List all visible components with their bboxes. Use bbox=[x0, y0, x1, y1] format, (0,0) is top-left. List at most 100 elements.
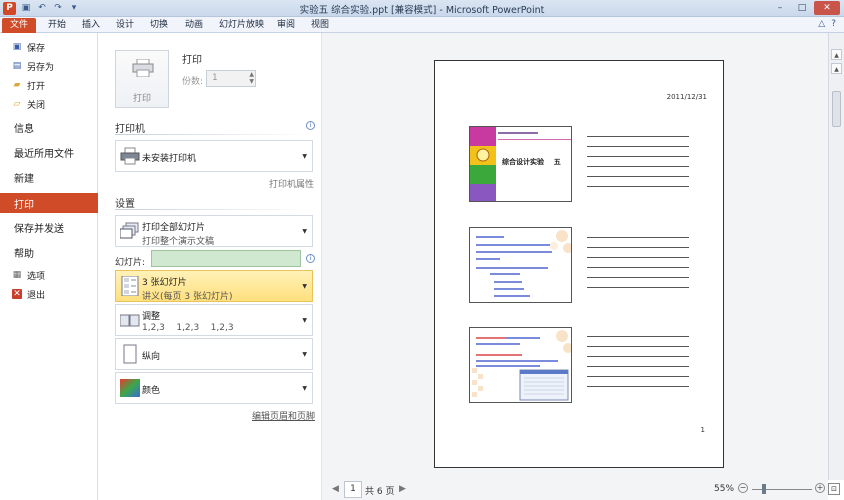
tab-insert[interactable]: 插入 bbox=[82, 18, 100, 33]
slide-1-title: 综合设计实验 五 bbox=[502, 158, 561, 166]
slide-thumbnail-2 bbox=[469, 227, 572, 303]
printer-name: 未安装打印机 bbox=[142, 154, 197, 164]
notes-lines-3 bbox=[587, 336, 689, 396]
folder-close-icon: ▱ bbox=[13, 99, 21, 109]
orientation-value: 纵向 bbox=[142, 352, 161, 362]
scroll-up-button-2[interactable]: ▲ bbox=[831, 63, 842, 74]
layout-subtitle: 讲义(每页 3 张幻灯片) bbox=[142, 292, 233, 302]
printer-icon bbox=[132, 59, 154, 77]
notes-lines-2 bbox=[587, 237, 689, 297]
zoom-to-page-icon[interactable]: ⊡ bbox=[828, 483, 840, 495]
maximize-button[interactable]: □ bbox=[792, 1, 812, 15]
collate-dropdown[interactable]: 调整 1,2,3 1,2,3 1,2,3 ▼ bbox=[115, 304, 313, 336]
collate-subtitle: 1,2,3 1,2,3 1,2,3 bbox=[142, 323, 234, 333]
color-value: 颜色 bbox=[142, 386, 161, 396]
nav-print[interactable]: 打印 bbox=[0, 193, 104, 213]
zoom-out-button[interactable]: − bbox=[738, 483, 748, 493]
slide-thumbnail-1: 综合设计实验 五 bbox=[469, 126, 572, 202]
nav-save-as[interactable]: ▤ 另存为 bbox=[0, 57, 98, 75]
ribbon-tabs: 文件 开始 插入 设计 切换 动画 幻灯片放映 审阅 视图 △ ? bbox=[0, 17, 844, 33]
window-title: 实验五 综合实验.ppt [兼容模式] - Microsoft PowerPoi… bbox=[299, 5, 545, 16]
zoom-in-button[interactable]: + bbox=[815, 483, 825, 493]
layout-dropdown[interactable]: 3 张幻灯片 讲义(每页 3 张幻灯片) ▼ bbox=[115, 270, 313, 302]
slide-2-image bbox=[476, 230, 571, 297]
portrait-icon bbox=[123, 344, 137, 364]
save-icon: ▣ bbox=[12, 42, 22, 52]
nav-options[interactable]: ▦ 选项 bbox=[0, 266, 98, 284]
print-range-title: 打印全部幻灯片 bbox=[142, 223, 206, 233]
printer-dropdown[interactable]: 未安装打印机 ▼ bbox=[115, 140, 313, 172]
chevron-down-icon: ▼ bbox=[302, 385, 307, 392]
slides-input[interactable] bbox=[151, 250, 301, 267]
printer-info-icon[interactable]: i bbox=[306, 121, 315, 130]
current-page-input[interactable]: 1 bbox=[344, 481, 362, 498]
nav-recent[interactable]: 最近所用文件 bbox=[0, 143, 98, 161]
tab-design[interactable]: 设计 bbox=[116, 18, 134, 33]
total-pages: 共 6 页 bbox=[365, 487, 395, 497]
printer-properties-link[interactable]: 打印机属性 bbox=[269, 177, 314, 190]
nav-open[interactable]: ▰ 打开 bbox=[0, 76, 98, 94]
printer-icon bbox=[120, 147, 140, 165]
edit-header-footer-link[interactable]: 编辑页眉和页脚 bbox=[252, 409, 315, 422]
chevron-down-icon: ▼ bbox=[302, 283, 307, 290]
chevron-down-icon: ▼ bbox=[302, 351, 307, 358]
tab-view[interactable]: 视图 bbox=[311, 18, 329, 33]
scroll-up-button[interactable]: ▲ bbox=[831, 49, 842, 60]
notes-lines-1 bbox=[587, 136, 689, 196]
nav-info[interactable]: 信息 bbox=[0, 118, 98, 136]
settings-heading: 设置 bbox=[115, 199, 135, 210]
layout-title: 3 张幻灯片 bbox=[142, 278, 187, 288]
handout-icon bbox=[121, 276, 139, 296]
scrollbar-thumb[interactable] bbox=[832, 91, 841, 127]
chevron-down-icon: ▼ bbox=[302, 317, 307, 324]
tab-review[interactable]: 审阅 bbox=[277, 18, 295, 33]
printer-heading: 打印机 bbox=[115, 124, 145, 135]
nav-help[interactable]: 帮助 bbox=[0, 243, 98, 261]
tab-slideshow[interactable]: 幻灯片放映 bbox=[219, 18, 264, 33]
tab-file[interactable]: 文件 bbox=[2, 18, 36, 33]
print-range-dropdown[interactable]: 打印全部幻灯片 打印整个演示文稿 ▼ bbox=[115, 215, 313, 247]
next-page-button[interactable]: ▶ bbox=[399, 484, 406, 494]
slides-stack-icon bbox=[120, 222, 139, 239]
nav-exit[interactable]: ✕ 退出 bbox=[0, 285, 98, 303]
title-bar: P ▣ ↶ ↷ ▾ 实验五 综合实验.ppt [兼容模式] - Microsof… bbox=[0, 0, 844, 17]
minimize-button[interactable]: – bbox=[770, 1, 790, 15]
print-button-label: 打印 bbox=[132, 94, 151, 104]
tab-home[interactable]: 开始 bbox=[48, 18, 66, 33]
zoom-slider-handle[interactable] bbox=[762, 484, 766, 494]
handout-date: 2011/12/31 bbox=[666, 93, 707, 101]
preview-scrollbar[interactable]: ▲ ▲ bbox=[828, 33, 844, 480]
nav-save-send[interactable]: 保存并发送 bbox=[0, 218, 98, 236]
printer-divider bbox=[115, 134, 313, 135]
exit-icon: ✕ bbox=[12, 289, 22, 299]
slide-3-image bbox=[472, 330, 571, 401]
zoom-slider[interactable] bbox=[752, 489, 812, 490]
color-dropdown[interactable]: 颜色 ▼ bbox=[115, 372, 313, 404]
print-button[interactable]: 打印 bbox=[115, 50, 169, 108]
print-preview: 2011/12/31 综合设计实验 五 1 bbox=[322, 33, 828, 480]
backstage-nav: ▣ 保存 ▤ 另存为 ▰ 打开 ▱ 关闭 信息 最近所用文件 新建 打印 保存并… bbox=[0, 33, 104, 500]
slides-label: 幻灯片: bbox=[115, 258, 146, 268]
copies-stepper[interactable]: ▲ ▼ bbox=[249, 71, 254, 85]
minimize-ribbon-icon[interactable]: △ bbox=[818, 19, 825, 29]
help-icon[interactable]: ? bbox=[831, 19, 836, 29]
settings-divider bbox=[115, 209, 313, 210]
print-settings-panel: 打印 打印 份数: 1 ▲ ▼ 打印机 i 未安装打印机 ▼ 打印机属性 设置 打… bbox=[98, 33, 322, 500]
copies-label: 份数: bbox=[182, 77, 204, 87]
handout-page-number: 1 bbox=[700, 426, 705, 434]
tab-animations[interactable]: 动画 bbox=[185, 18, 203, 33]
orientation-dropdown[interactable]: 纵向 ▼ bbox=[115, 338, 313, 370]
nav-close[interactable]: ▱ 关闭 bbox=[0, 95, 98, 113]
close-window-button[interactable]: ✕ bbox=[814, 1, 840, 15]
previous-page-button[interactable]: ◀ bbox=[332, 484, 339, 494]
page-navigator: ◀ 1 共 6 页 ▶ bbox=[322, 480, 828, 500]
chevron-down-icon: ▼ bbox=[302, 153, 307, 160]
tab-transitions[interactable]: 切换 bbox=[150, 18, 168, 33]
copies-input[interactable]: 1 ▲ ▼ bbox=[206, 70, 256, 87]
collate-icon bbox=[120, 314, 140, 327]
zoom-level[interactable]: 55% bbox=[714, 484, 734, 494]
print-heading: 打印 bbox=[182, 55, 202, 66]
nav-save[interactable]: ▣ 保存 bbox=[0, 38, 98, 56]
slides-info-icon[interactable]: i bbox=[306, 254, 315, 263]
nav-new[interactable]: 新建 bbox=[0, 168, 98, 186]
